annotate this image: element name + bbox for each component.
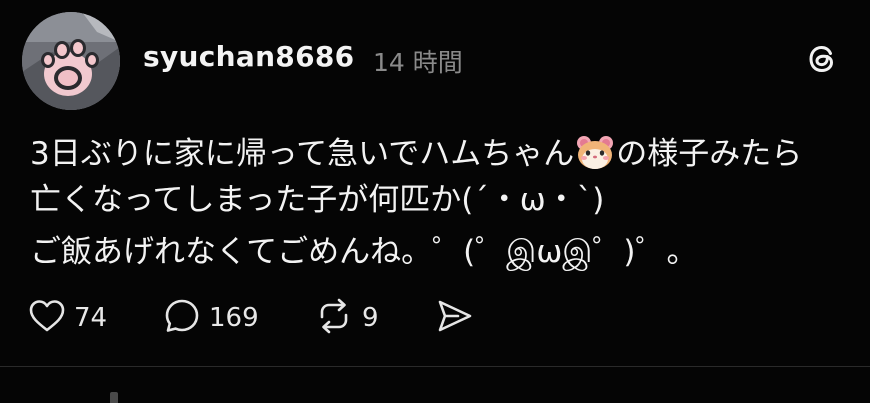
post-text-line-3: ご飯あげれなくてごめんね。゜(゜இωஇ゜)゜。 bbox=[30, 234, 698, 270]
share-button[interactable] bbox=[434, 296, 474, 340]
next-post-edge bbox=[110, 392, 118, 403]
repost-button[interactable]: 9 bbox=[314, 296, 379, 340]
hamster-face-emoji bbox=[576, 136, 614, 170]
speech-bubble-icon bbox=[163, 297, 201, 339]
post-actions: 74 169 9 bbox=[0, 296, 870, 340]
post-text-line-2: 亡くなってしまった子が何匹か(´・ω・`) bbox=[30, 182, 605, 218]
heart-icon bbox=[28, 298, 66, 338]
like-button[interactable]: 74 bbox=[28, 296, 107, 340]
avatar[interactable] bbox=[22, 12, 120, 110]
reply-button[interactable]: 169 bbox=[163, 296, 259, 340]
threads-post: syuchan8686 14 時間 3日ぶりに家に帰って急いでハムちゃん の様子… bbox=[0, 0, 870, 403]
post-text-line-1-after: の様子みたら bbox=[616, 136, 803, 172]
username[interactable]: syuchan8686 bbox=[143, 40, 354, 73]
post-text-line-1-before: 3日ぶりに家に帰って急いでハムちゃん bbox=[30, 136, 575, 172]
send-icon bbox=[434, 297, 474, 339]
repost-count: 9 bbox=[362, 303, 379, 333]
post-timestamp: 14 時間 bbox=[373, 48, 463, 77]
post-divider bbox=[0, 366, 870, 367]
repost-arrows-icon bbox=[314, 297, 354, 339]
threads-logo-icon bbox=[805, 42, 839, 76]
reply-count: 169 bbox=[209, 303, 259, 333]
like-count: 74 bbox=[74, 303, 108, 333]
post-text-line-1: 3日ぶりに家に帰って急いでハムちゃん の様子みたら bbox=[30, 134, 802, 174]
